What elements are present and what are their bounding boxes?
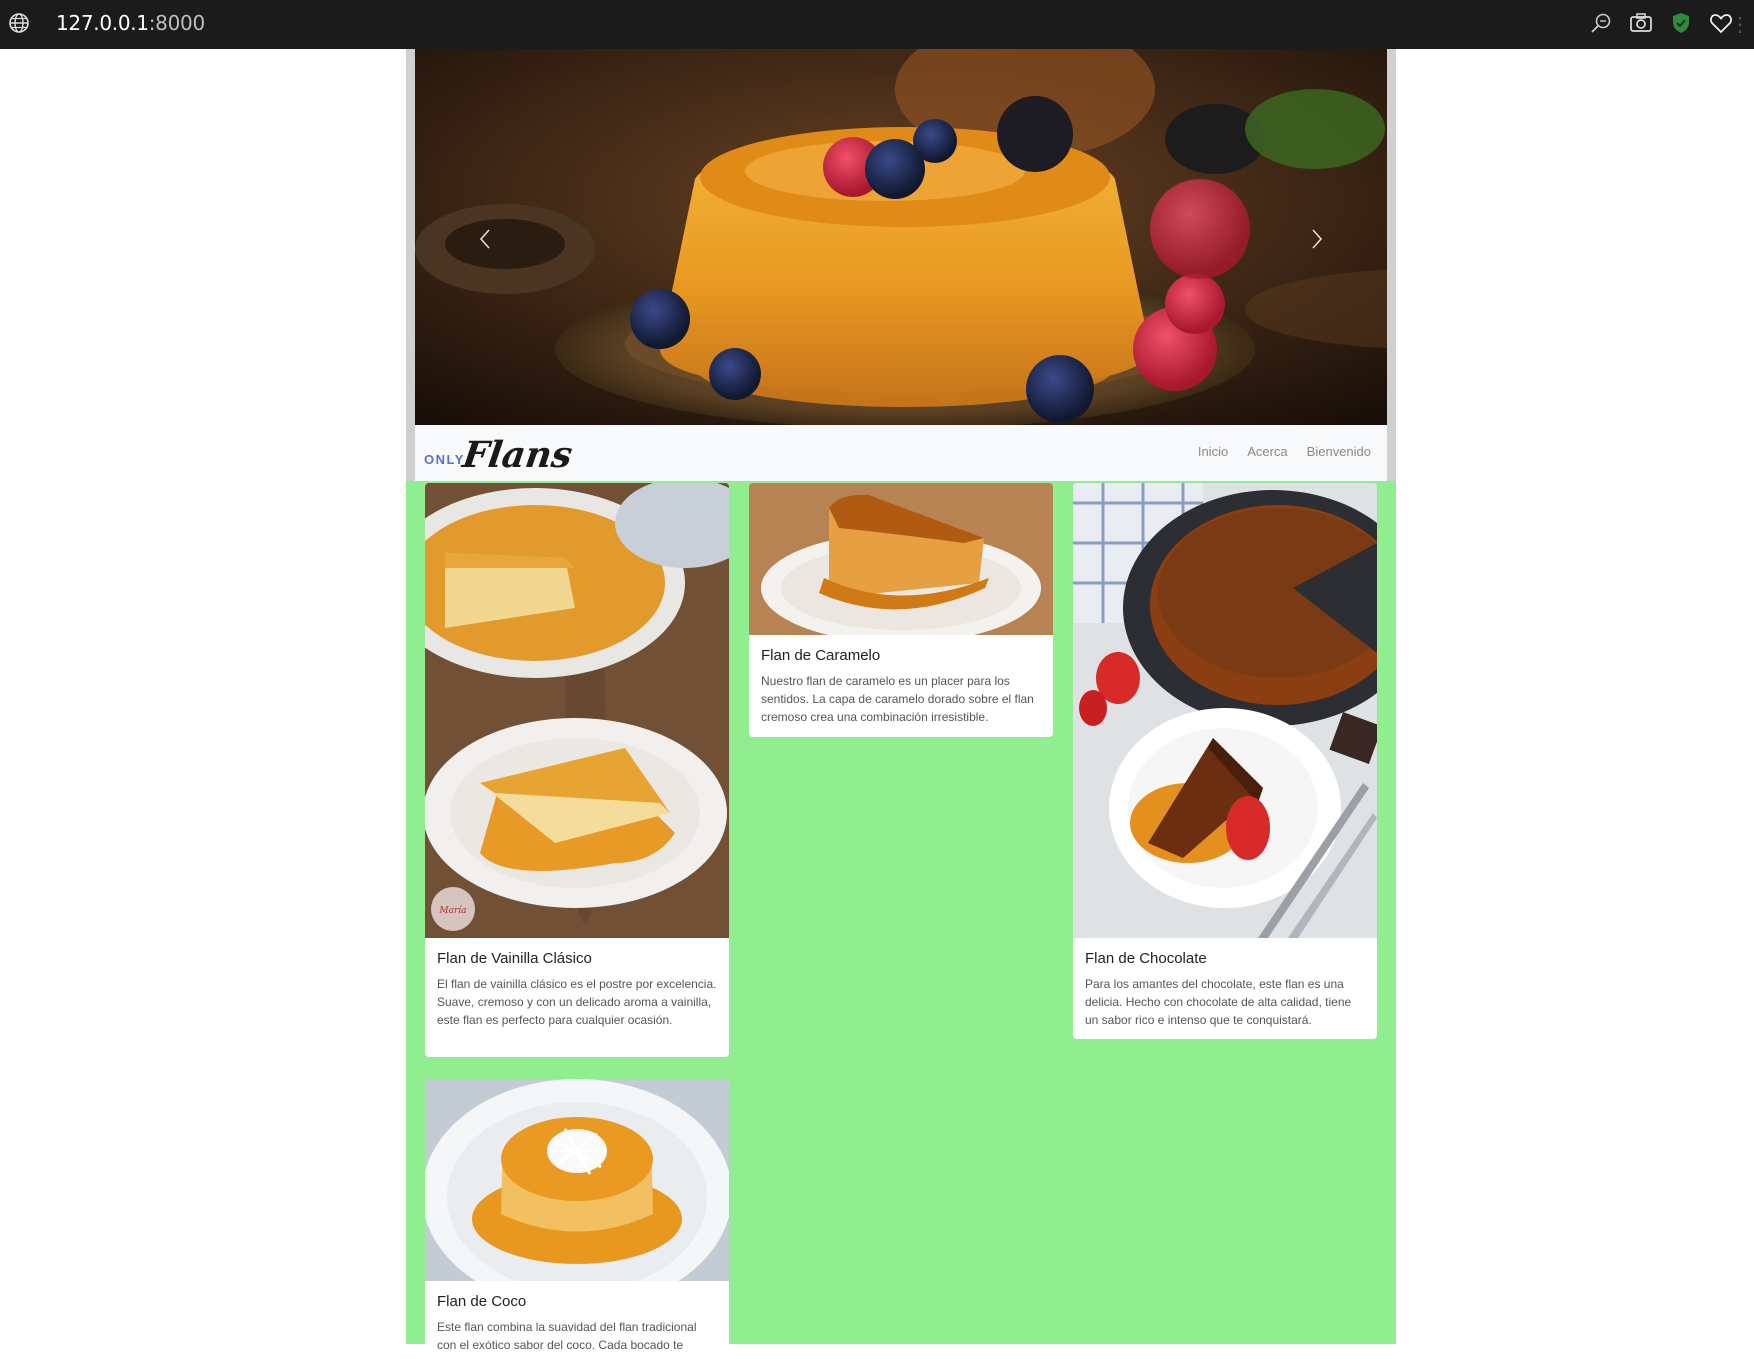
card-body: Flan de Chocolate Para los amantes del c…	[1073, 938, 1377, 1039]
flan-chocolate-image	[1073, 483, 1377, 938]
address-bar[interactable]: 127.0.0.1:8000	[56, 11, 205, 35]
brand-large: Flans	[459, 434, 575, 476]
url-host: 127.0.0.1	[56, 11, 149, 35]
page-container: ONLY Flans Inicio Acerca Bienvenido Marí…	[406, 49, 1396, 1359]
card-title: Flan de Coco	[437, 1293, 527, 1310]
flan-vainilla-image: María	[425, 483, 729, 938]
nav-link-bienvenido[interactable]: Bienvenido	[1307, 444, 1371, 459]
hero-image	[415, 49, 1387, 425]
flan-caramelo-image	[749, 483, 1053, 635]
zoom-icon[interactable]	[1588, 10, 1614, 36]
more-icon[interactable]: ⋮	[1730, 12, 1750, 37]
shield-icon[interactable]	[1668, 10, 1694, 36]
flan-card-caramelo[interactable]: Flan de Caramelo Nuestro flan de caramel…	[749, 483, 1053, 737]
flan-card-vainilla[interactable]: María Flan de Vainilla Clásico El flan d…	[425, 483, 729, 1057]
toolbar-icons	[1588, 10, 1734, 36]
card-body: Flan de Coco Este flan combina la suavid…	[425, 1281, 729, 1359]
carousel-prev-button[interactable]	[465, 219, 505, 259]
globe-icon[interactable]	[8, 12, 30, 34]
card-title: Flan de Vainilla Clásico	[437, 950, 592, 967]
brand-small: ONLY	[424, 452, 465, 467]
card-title: Flan de Caramelo	[761, 647, 881, 664]
url-port: :8000	[148, 11, 205, 35]
nav-link-acerca[interactable]: Acerca	[1247, 444, 1287, 459]
flan-card-coco[interactable]: Flan de Coco Este flan combina la suavid…	[425, 1079, 729, 1359]
nav-links: Inicio Acerca Bienvenido	[1198, 444, 1371, 459]
flan-coco-image	[425, 1079, 729, 1281]
hero-frame: ONLY Flans Inicio Acerca Bienvenido	[406, 49, 1396, 481]
nav-link-inicio[interactable]: Inicio	[1198, 444, 1228, 459]
card-body: Flan de Vainilla Clásico El flan de vain…	[425, 938, 729, 1041]
card-title: Flan de Chocolate	[1085, 950, 1207, 967]
card-body: Flan de Caramelo Nuestro flan de caramel…	[749, 635, 1053, 737]
carousel-next-button[interactable]	[1297, 219, 1337, 259]
camera-icon[interactable]	[1628, 10, 1654, 36]
card-text: Para los amantes del chocolate, este fla…	[1085, 977, 1352, 1027]
navbar: ONLY Flans Inicio Acerca Bienvenido	[415, 425, 1387, 481]
svg-text:María: María	[438, 905, 466, 916]
browser-toolbar: 127.0.0.1:8000 ⋮	[0, 0, 1754, 49]
card-text: Este flan combina la suavidad del flan t…	[437, 1320, 697, 1352]
card-text: Nuestro flan de caramelo es un placer pa…	[761, 674, 1034, 724]
flan-card-chocolate[interactable]: Flan de Chocolate Para los amantes del c…	[1073, 483, 1377, 1039]
brand-logo[interactable]: ONLY Flans	[424, 431, 575, 476]
card-text: El flan de vainilla clásico es el postre…	[437, 977, 717, 1027]
hero-carousel	[415, 49, 1387, 425]
